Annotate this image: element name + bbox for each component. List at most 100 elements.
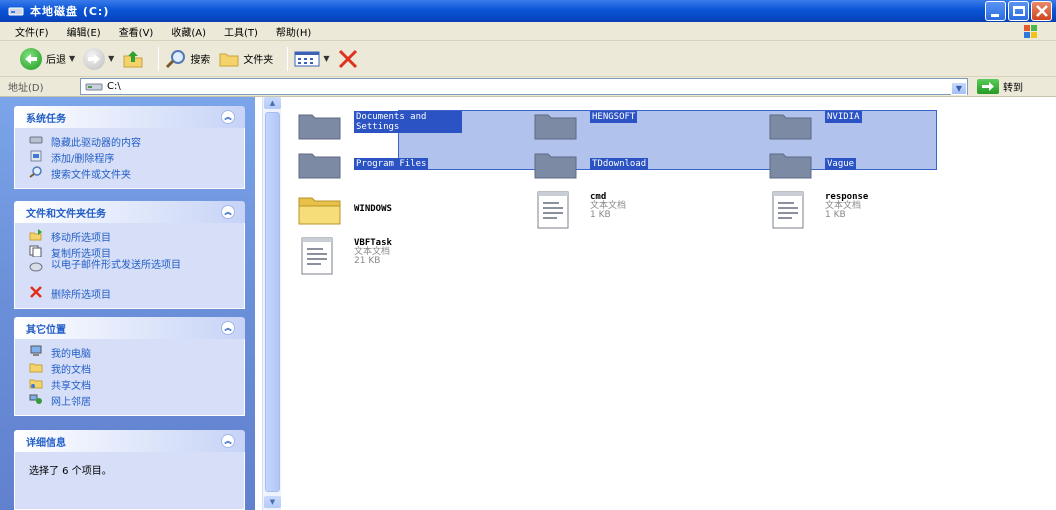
folder-item[interactable]: Documents and Settings bbox=[296, 105, 462, 145]
folder-icon bbox=[298, 197, 341, 225]
delete-button[interactable] bbox=[337, 49, 359, 69]
item-name: TDdownload bbox=[590, 158, 649, 170]
place-label: 我的文档 bbox=[51, 365, 91, 376]
folders-icon bbox=[219, 53, 239, 66]
folder-item[interactable]: WINDOWS bbox=[296, 190, 392, 230]
folder-icon bbox=[534, 153, 577, 179]
forward-arrow-icon bbox=[83, 47, 106, 70]
panel-header[interactable]: 其它位置 ︽ bbox=[14, 317, 245, 339]
panel-header[interactable]: 文件和文件夹任务 ︽ bbox=[14, 201, 245, 223]
panel-header[interactable]: 详细信息 ︽ bbox=[14, 430, 245, 452]
search-icon bbox=[29, 166, 42, 178]
place-my-documents[interactable]: 我的文档 bbox=[29, 361, 244, 377]
windows-logo-icon bbox=[1024, 25, 1037, 38]
move-icon bbox=[29, 229, 42, 241]
maximize-button[interactable] bbox=[1008, 1, 1029, 21]
task-hide-drive-contents[interactable]: 隐藏此驱动器的内容 bbox=[29, 134, 244, 150]
folder-item[interactable]: TDdownload bbox=[532, 148, 649, 188]
scroll-up-icon[interactable]: ▲ bbox=[264, 97, 281, 109]
folder-item[interactable]: NVIDIA bbox=[767, 105, 862, 145]
task-label: 复制所选项目 bbox=[51, 249, 111, 260]
task-search-files[interactable]: 搜索文件或文件夹 bbox=[29, 166, 244, 182]
menu-tools[interactable]: 工具(T) bbox=[215, 24, 267, 39]
file-tasks-panel: 文件和文件夹任务 ︽ 移动所选项目 复制所选项目 以电子邮件形式发送所选项目 删… bbox=[14, 201, 245, 309]
scroll-thumb[interactable] bbox=[265, 112, 280, 492]
task-move-selected[interactable]: 移动所选项目 bbox=[29, 229, 244, 245]
shared-documents-icon bbox=[29, 379, 43, 389]
views-dropdown-icon[interactable]: ▼ bbox=[323, 54, 329, 63]
back-dropdown-icon[interactable]: ▼ bbox=[69, 54, 75, 63]
collapse-icon[interactable]: ︽ bbox=[221, 205, 235, 219]
item-size: 1 KB bbox=[590, 210, 611, 220]
drive-icon bbox=[8, 7, 24, 16]
collapse-icon[interactable]: ︽ bbox=[221, 110, 235, 124]
collapse-icon[interactable]: ︽ bbox=[221, 321, 235, 335]
vertical-scrollbar[interactable]: ▲ ▼ bbox=[262, 97, 281, 510]
folder-item[interactable]: Program Files bbox=[296, 148, 429, 188]
forward-dropdown-icon[interactable]: ▼ bbox=[108, 54, 114, 63]
drive-icon bbox=[85, 83, 103, 90]
place-network-places[interactable]: 网上邻居 bbox=[29, 393, 244, 409]
menu-view[interactable]: 查看(V) bbox=[110, 24, 163, 39]
menu-edit[interactable]: 编辑(E) bbox=[58, 24, 110, 39]
address-value: C:\ bbox=[107, 81, 121, 92]
task-label: 移动所选项目 bbox=[51, 233, 111, 244]
item-name: Program Files bbox=[354, 158, 429, 170]
title-bar: 本地磁盘 (C:) bbox=[0, 0, 1056, 22]
item-name: HENGSOFT bbox=[590, 111, 638, 123]
collapse-icon[interactable]: ︽ bbox=[221, 434, 235, 448]
system-tasks-panel: 系统任务 ︽ 隐藏此驱动器的内容 添加/删除程序 搜索文件或文件夹 bbox=[14, 106, 245, 189]
task-email-selected[interactable]: 以电子邮件形式发送所选项目 bbox=[29, 261, 244, 286]
text-file-icon bbox=[301, 237, 333, 275]
my-computer-icon bbox=[30, 345, 42, 356]
text-file-item[interactable]: VBFTask 文本文档 21 KB bbox=[296, 236, 392, 276]
task-label: 添加/删除程序 bbox=[51, 154, 115, 165]
place-label: 共享文档 bbox=[51, 381, 91, 392]
copy-icon bbox=[29, 245, 42, 257]
menu-help[interactable]: 帮助(H) bbox=[267, 24, 320, 39]
folder-icon bbox=[298, 153, 341, 179]
task-delete-selected[interactable]: 删除所选项目 bbox=[29, 286, 244, 302]
scroll-down-icon[interactable]: ▼ bbox=[264, 496, 281, 508]
panel-title: 系统任务 bbox=[26, 113, 66, 125]
details-text: 选择了 6 个项目。 bbox=[29, 466, 112, 477]
menu-favorites[interactable]: 收藏(A) bbox=[162, 24, 215, 39]
programs-icon bbox=[30, 150, 42, 162]
back-button[interactable]: 后退 ▼ bbox=[20, 47, 75, 70]
drive-icon bbox=[29, 136, 43, 144]
text-file-item[interactable]: cmd 文本文档 1 KB bbox=[532, 190, 626, 230]
task-add-remove-programs[interactable]: 添加/删除程序 bbox=[29, 150, 244, 166]
views-button[interactable]: ▼ bbox=[294, 50, 329, 68]
up-button[interactable] bbox=[122, 48, 144, 70]
search-button[interactable]: 搜索 bbox=[165, 49, 210, 69]
panel-title: 其它位置 bbox=[26, 324, 66, 336]
minimize-button[interactable] bbox=[985, 1, 1006, 21]
folder-icon bbox=[769, 153, 812, 179]
item-size: 21 KB bbox=[354, 256, 381, 266]
toolbar-separator bbox=[287, 46, 289, 71]
folder-up-icon bbox=[123, 50, 143, 67]
folder-item[interactable]: Vague bbox=[767, 148, 857, 188]
go-button[interactable]: 转到 bbox=[977, 79, 1023, 94]
search-label: 搜索 bbox=[190, 55, 211, 66]
address-field[interactable]: C:\ bbox=[80, 78, 968, 95]
place-my-computer[interactable]: 我的电脑 bbox=[29, 345, 244, 361]
details-panel: 详细信息 ︽ 选择了 6 个项目。 bbox=[14, 430, 245, 510]
close-button[interactable] bbox=[1031, 1, 1052, 21]
menu-file[interactable]: 文件(F) bbox=[6, 24, 58, 39]
place-shared-documents[interactable]: 共享文档 bbox=[29, 377, 244, 393]
task-copy-selected[interactable]: 复制所选项目 bbox=[29, 245, 244, 261]
task-label: 隐藏此驱动器的内容 bbox=[51, 138, 141, 149]
search-icon bbox=[166, 49, 186, 68]
folders-button[interactable]: 文件夹 bbox=[218, 49, 273, 69]
folder-item[interactable]: HENGSOFT bbox=[532, 105, 638, 145]
item-name: Vague bbox=[825, 158, 857, 170]
menu-bar: 文件(F) 编辑(E) 查看(V) 收藏(A) 工具(T) 帮助(H) bbox=[0, 22, 1056, 41]
place-label: 我的电脑 bbox=[51, 349, 91, 360]
folders-label: 文件夹 bbox=[243, 55, 274, 66]
address-dropdown-icon[interactable]: ▼ bbox=[951, 82, 967, 95]
network-places-icon bbox=[29, 394, 42, 404]
text-file-item[interactable]: response 文本文档 1 KB bbox=[767, 190, 868, 230]
forward-button[interactable]: ▼ bbox=[83, 47, 114, 70]
panel-header[interactable]: 系统任务 ︽ bbox=[14, 106, 245, 128]
